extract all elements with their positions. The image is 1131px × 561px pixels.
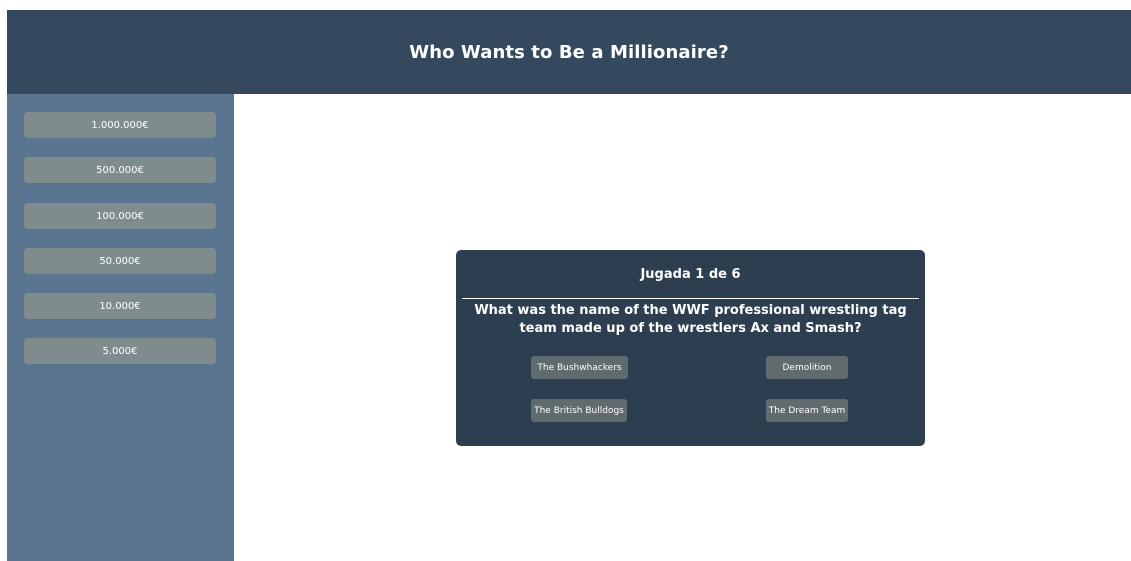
answer-button-1[interactable]: The Bushwhackers: [531, 356, 628, 379]
question-card: Jugada 1 de 6 What was the name of the W…: [456, 250, 925, 446]
app-frame: Who Wants to Be a Millionaire? 1.000.000…: [7, 10, 1131, 561]
round-indicator: Jugada 1 de 6: [640, 267, 741, 282]
prize-level-1000000: 1.000.000€: [24, 112, 216, 138]
answer-button-2[interactable]: Demolition: [766, 356, 848, 379]
answer-button-4[interactable]: The Dream Team: [766, 399, 848, 422]
header: Who Wants to Be a Millionaire?: [7, 10, 1131, 94]
prize-level-10000: 10.000€: [24, 293, 216, 319]
divider: [462, 298, 919, 299]
page-title: Who Wants to Be a Millionaire?: [409, 41, 729, 63]
prize-level-500000: 500.000€: [24, 157, 216, 183]
prize-level-50000: 50.000€: [24, 248, 216, 274]
answer-button-3[interactable]: The British Bulldogs: [531, 399, 627, 422]
prize-level-100000: 100.000€: [24, 203, 216, 229]
prize-ladder: 1.000.000€ 500.000€ 100.000€ 50.000€ 10.…: [7, 94, 234, 561]
main-area: Jugada 1 de 6 What was the name of the W…: [234, 94, 1131, 561]
prize-level-5000: 5.000€: [24, 338, 216, 364]
question-text: What was the name of the WWF professiona…: [474, 303, 907, 336]
